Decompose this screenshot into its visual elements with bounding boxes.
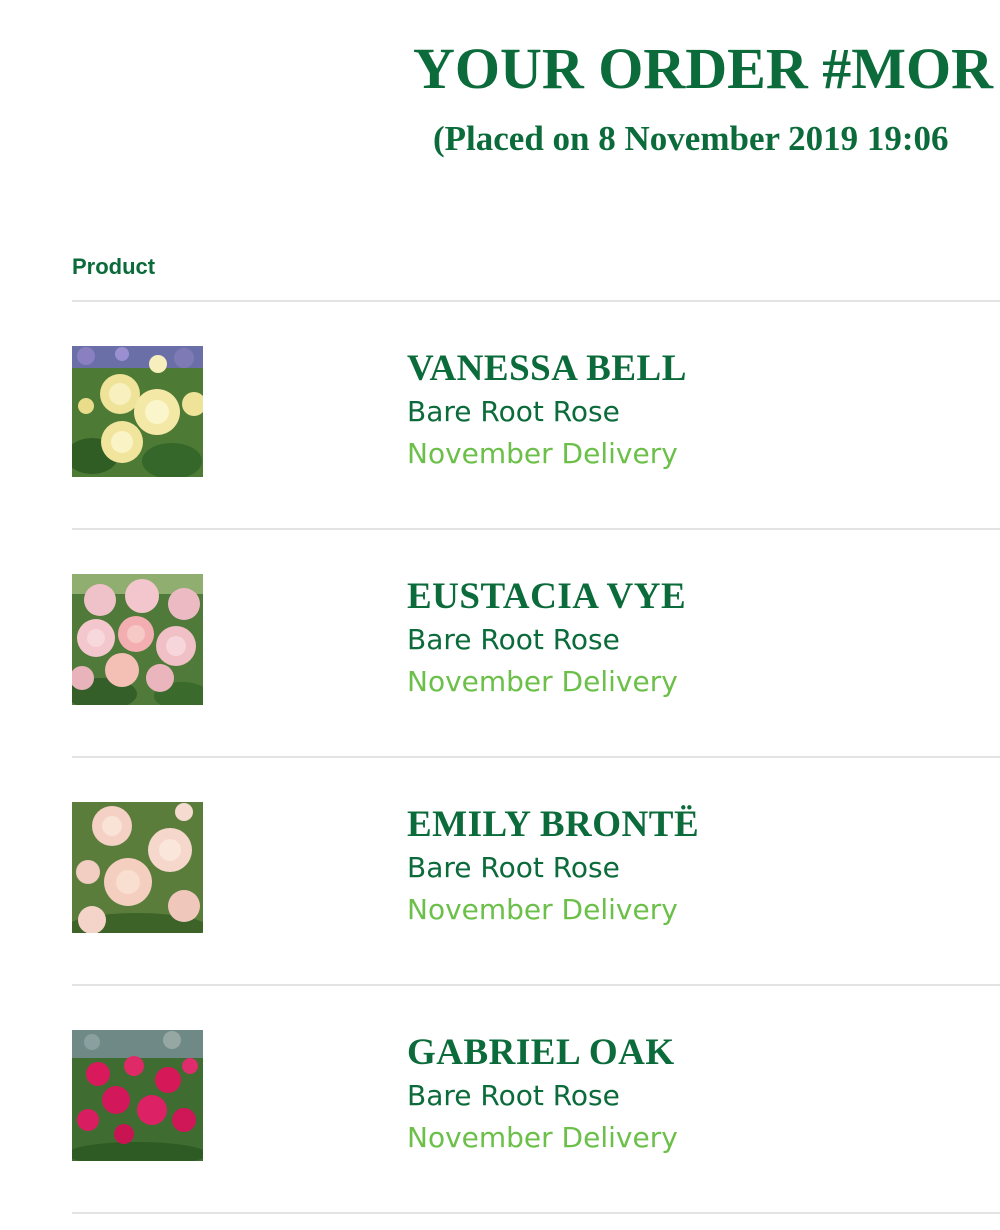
- delivery-info: November Delivery: [407, 665, 678, 698]
- delivery-info: November Delivery: [407, 893, 678, 926]
- product-name[interactable]: EMILY BRONTË: [407, 803, 699, 847]
- product-type: Bare Root Rose: [407, 623, 620, 656]
- product-image[interactable]: [72, 802, 203, 933]
- order-title: YOUR ORDER #MOR: [413, 36, 993, 101]
- product-type: Bare Root Rose: [407, 395, 620, 428]
- magenta-rose-photo: [72, 1030, 203, 1161]
- item-details: EMILY BRONTË Bare Root Rose November Del…: [407, 803, 699, 931]
- product-image[interactable]: [72, 346, 203, 477]
- item-details: EUSTACIA VYE Bare Root Rose November Del…: [407, 575, 686, 703]
- item-details: GABRIEL OAK Bare Root Rose November Deli…: [407, 1031, 678, 1159]
- order-item: VANESSA BELL Bare Root Rose November Del…: [0, 302, 1000, 530]
- delivery-info: November Delivery: [407, 1121, 678, 1154]
- product-column-header: Product: [72, 254, 156, 279]
- product-name[interactable]: EUSTACIA VYE: [407, 575, 686, 619]
- order-item: EMILY BRONTË Bare Root Rose November Del…: [0, 758, 1000, 986]
- product-type: Bare Root Rose: [407, 851, 620, 884]
- product-image[interactable]: [72, 1030, 203, 1161]
- delivery-info: November Delivery: [407, 437, 678, 470]
- product-name[interactable]: VANESSA BELL: [407, 347, 687, 391]
- pink-rose-photo: [72, 574, 203, 705]
- item-divider: [72, 1212, 1000, 1214]
- order-item: GABRIEL OAK Bare Root Rose November Deli…: [0, 986, 1000, 1214]
- blush-rose-photo: [72, 802, 203, 933]
- order-item: EUSTACIA VYE Bare Root Rose November Del…: [0, 530, 1000, 758]
- product-image[interactable]: [72, 574, 203, 705]
- yellow-rose-photo: [72, 346, 203, 477]
- order-placed-date: (Placed on 8 November 2019 19:06: [433, 119, 949, 158]
- product-type: Bare Root Rose: [407, 1079, 620, 1112]
- item-details: VANESSA BELL Bare Root Rose November Del…: [407, 347, 687, 475]
- order-page: YOUR ORDER #MOR (Placed on 8 November 20…: [0, 0, 1000, 1230]
- product-name[interactable]: GABRIEL OAK: [407, 1031, 678, 1075]
